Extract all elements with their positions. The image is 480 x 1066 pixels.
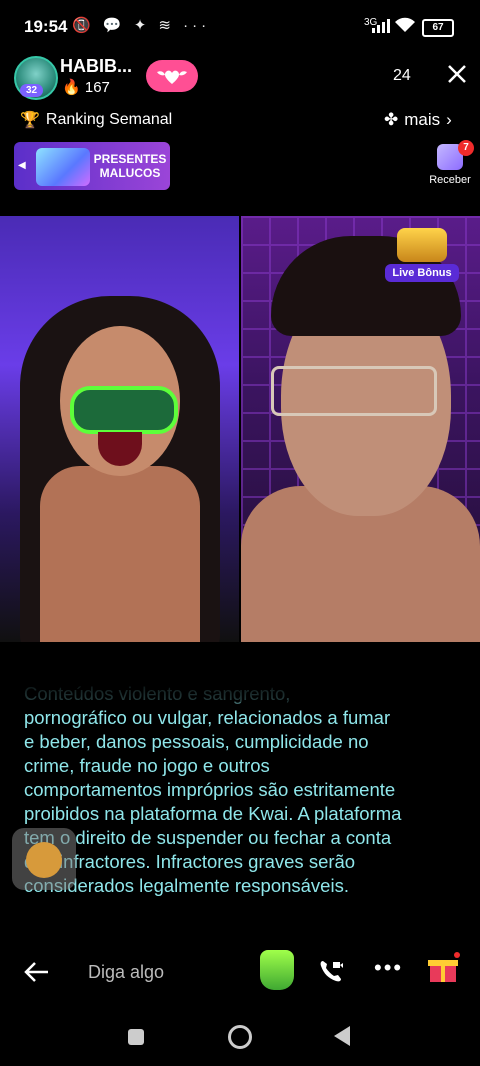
live-bonus-label: Live Bônus	[385, 264, 459, 282]
right-glasses	[271, 366, 437, 416]
battery-icon: 67	[422, 19, 454, 37]
level-badge: 32	[20, 84, 44, 97]
promo-line2: MALUCOS	[99, 166, 161, 180]
video-call-icon[interactable]	[318, 958, 344, 984]
gift-image	[36, 148, 90, 186]
live-bonus-button[interactable]: Live Bônus	[385, 228, 459, 282]
weekly-ranking[interactable]: 🏆 Ranking Semanal	[20, 110, 172, 130]
more-options-icon[interactable]: •••	[374, 955, 403, 981]
follow-button[interactable]	[146, 60, 198, 92]
notice-text: pornográfico ou vulgar, relacionados a f…	[24, 707, 402, 896]
left-body	[40, 466, 200, 642]
treasure-chest-icon	[397, 228, 447, 262]
wings-heart-icon	[157, 70, 187, 84]
notice-fade	[0, 676, 480, 702]
streamer-name[interactable]: HABIB...	[60, 56, 132, 77]
viewer-count[interactable]: 24	[393, 67, 411, 85]
gift-box-icon[interactable]	[426, 950, 460, 984]
collapse-arrow-icon[interactable]: ◀	[18, 160, 26, 171]
coin-icon	[26, 842, 62, 878]
ranking-label: Ranking Semanal	[45, 111, 173, 128]
status-time: 19:54	[24, 17, 68, 36]
grid-icon: ✤	[384, 110, 399, 129]
video-right-pane[interactable]: Live Bônus	[241, 216, 480, 642]
notification-icons: 📵 💬 ✦ ≋ ···	[72, 17, 211, 34]
recent-apps-button[interactable]	[128, 1029, 144, 1045]
wifi-icon	[395, 17, 415, 32]
more-button[interactable]: ✤ mais ›	[384, 110, 452, 130]
video-left-pane[interactable]	[0, 216, 239, 642]
status-bar: 19:54 📵 💬 ✦ ≋ ··· 3G 67	[0, 0, 480, 52]
chevron-right-icon: ›	[446, 110, 452, 129]
flame-icon: 🔥	[62, 79, 81, 96]
trophy-icon: 🏆	[20, 112, 40, 129]
receber-button[interactable]: 7 Receber	[424, 140, 476, 186]
drink-gift-icon[interactable]	[260, 950, 294, 990]
receber-label: Receber	[429, 174, 471, 186]
promo-banner[interactable]: ◀ PRESENTES MALUCOS	[14, 142, 170, 190]
back-arrow-icon[interactable]	[22, 958, 50, 986]
signal-icon	[372, 18, 390, 33]
green-glasses	[70, 386, 178, 434]
more-label: mais	[404, 110, 441, 129]
floating-gift-button[interactable]	[12, 828, 76, 890]
likes-value: 167	[84, 79, 110, 96]
home-button[interactable]	[228, 1025, 252, 1049]
promo-text: PRESENTES MALUCOS	[90, 152, 170, 180]
close-icon[interactable]	[446, 63, 468, 85]
platform-notice: Conteúdos violento e sangrento, pornográ…	[24, 682, 404, 898]
promo-line1: PRESENTES	[93, 152, 167, 166]
comment-input[interactable]: Diga algo	[88, 962, 164, 983]
receber-badge: 7	[458, 140, 474, 156]
likes-count: 🔥 167	[62, 78, 110, 96]
back-button[interactable]	[334, 1026, 350, 1046]
